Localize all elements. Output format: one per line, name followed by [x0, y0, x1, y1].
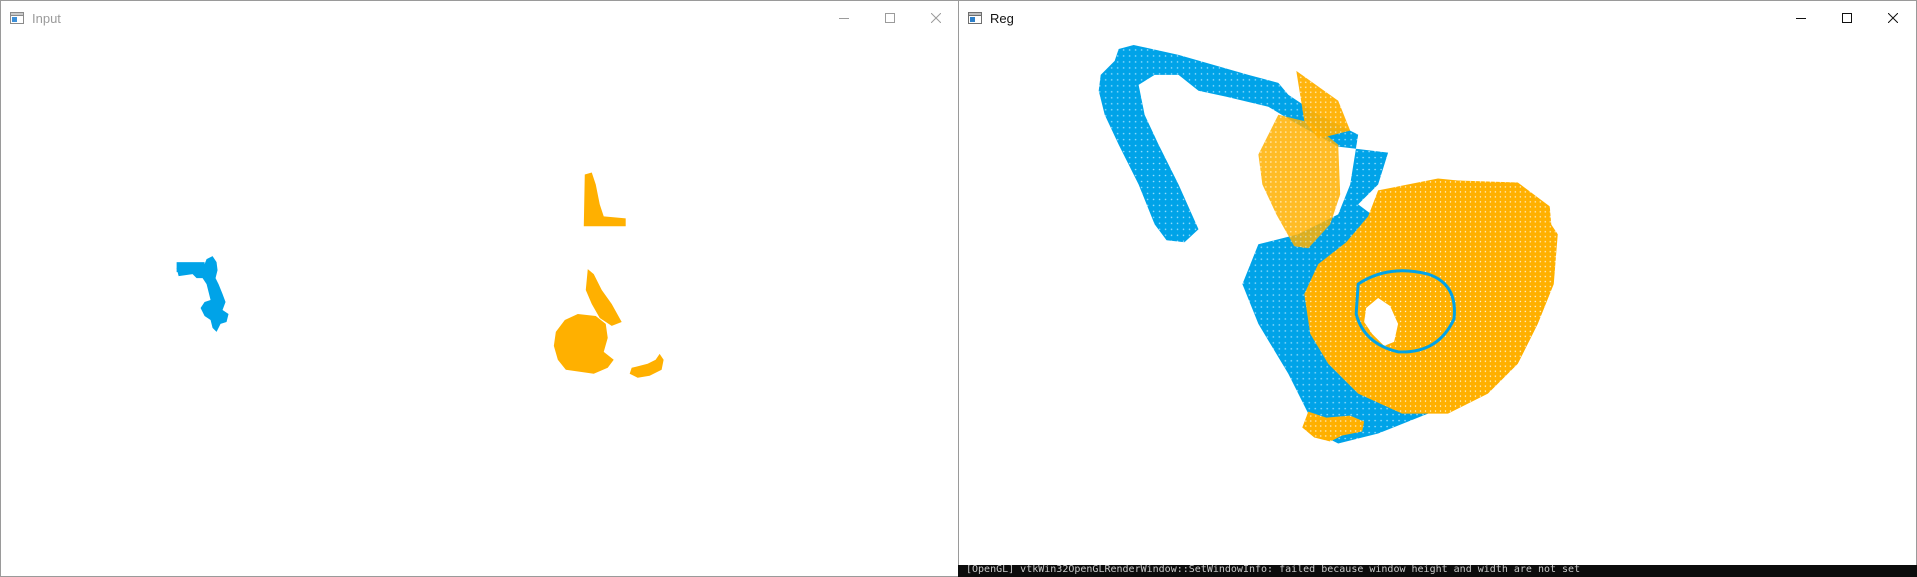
minimize-icon — [1796, 18, 1806, 19]
source-point-cloud — [176, 256, 229, 332]
close-button[interactable] — [913, 1, 959, 35]
maximize-icon — [1842, 13, 1852, 23]
input-render-canvas[interactable] — [1, 35, 959, 576]
input-window[interactable]: Input — [0, 0, 960, 577]
reg-window-titlebar[interactable]: Reg — [959, 1, 1916, 35]
window-app-icon — [967, 10, 983, 26]
window-title: Reg — [990, 10, 1014, 26]
maximize-button[interactable] — [867, 1, 913, 35]
close-icon — [1888, 13, 1898, 23]
console-output: [OpenGL] vtkWin32OpenGLRenderWindow::Set… — [958, 565, 1917, 577]
reg-window[interactable]: Reg — [958, 0, 1917, 577]
minimize-button[interactable] — [821, 1, 867, 35]
registered-point-clouds — [1098, 44, 1558, 444]
console-text: [OpenGL] vtkWin32OpenGLRenderWindow::Set… — [966, 565, 1581, 575]
close-button[interactable] — [1870, 1, 1916, 35]
window-title: Input — [32, 10, 61, 26]
close-icon — [931, 13, 941, 23]
window-app-icon — [9, 10, 25, 26]
input-window-titlebar[interactable]: Input — [1, 1, 959, 35]
minimize-button[interactable] — [1778, 1, 1824, 35]
maximize-icon — [885, 13, 895, 23]
reg-render-canvas[interactable] — [959, 35, 1916, 576]
input-point-clouds — [176, 172, 664, 378]
minimize-icon — [839, 18, 849, 19]
target-point-cloud — [553, 172, 664, 378]
maximize-button[interactable] — [1824, 1, 1870, 35]
